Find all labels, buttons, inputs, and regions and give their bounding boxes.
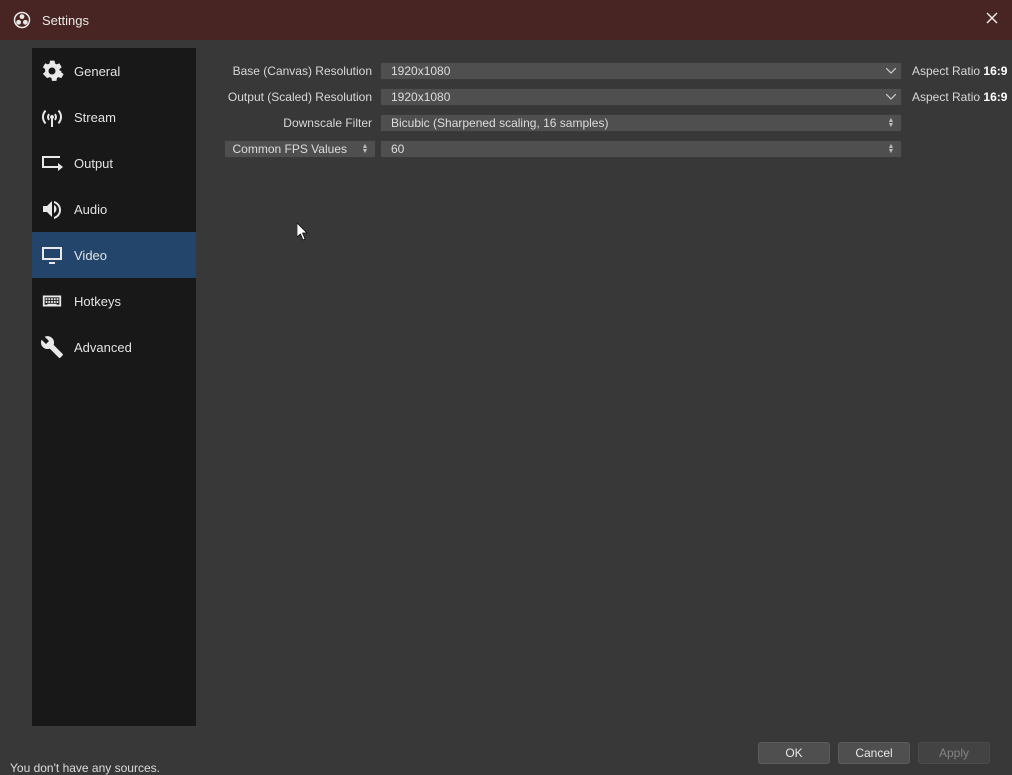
window-title: Settings (42, 13, 89, 28)
fps-mode-label: Common FPS Values (225, 142, 356, 156)
keyboard-icon (40, 290, 74, 312)
gear-icon (40, 59, 74, 83)
sidebar-item-stream[interactable]: Stream (32, 94, 196, 140)
sidebar-item-label: General (74, 64, 120, 79)
fps-value-select[interactable]: 60 ▲▼ (380, 140, 902, 158)
chevron-down-icon (881, 63, 901, 79)
sidebar: General Stream Output Audio Video (32, 48, 196, 726)
sidebar-item-label: Hotkeys (74, 294, 121, 309)
monitor-icon (40, 243, 74, 267)
base-resolution-value: 1920x1080 (381, 64, 881, 78)
base-aspect-ratio: Aspect Ratio 16:9 (902, 64, 994, 78)
close-icon (986, 11, 998, 29)
sidebar-item-label: Audio (74, 202, 107, 217)
downscale-filter-label: Downscale Filter (210, 116, 380, 130)
sidebar-item-general[interactable]: General (32, 48, 196, 94)
output-resolution-select[interactable]: 1920x1080 (380, 88, 902, 106)
output-resolution-value: 1920x1080 (381, 90, 881, 104)
fps-value: 60 (381, 142, 881, 156)
output-resolution-label: Output (Scaled) Resolution (210, 90, 380, 104)
status-text: You don't have any sources. (10, 761, 160, 775)
sidebar-item-label: Advanced (74, 340, 132, 355)
status-bar: You don't have any sources. (0, 761, 1012, 775)
base-resolution-label: Base (Canvas) Resolution (210, 64, 380, 78)
tools-icon (40, 335, 74, 359)
downscale-filter-select[interactable]: Bicubic (Sharpened scaling, 16 samples) … (380, 114, 902, 132)
close-button[interactable] (972, 0, 1012, 40)
speaker-icon (40, 197, 74, 221)
base-resolution-select[interactable]: 1920x1080 (380, 62, 902, 80)
output-aspect-ratio: Aspect Ratio 16:9 (902, 90, 994, 104)
output-icon (40, 151, 74, 175)
sidebar-item-label: Video (74, 248, 107, 263)
main-panel: Base (Canvas) Resolution 1920x1080 Aspec… (196, 40, 1012, 730)
sidebar-item-video[interactable]: Video (32, 232, 196, 278)
updown-icon: ▲▼ (881, 141, 901, 157)
sidebar-item-output[interactable]: Output (32, 140, 196, 186)
updown-icon: ▲▼ (881, 115, 901, 131)
updown-icon: ▲▼ (355, 141, 375, 157)
sidebar-item-label: Output (74, 156, 113, 171)
downscale-filter-value: Bicubic (Sharpened scaling, 16 samples) (381, 116, 881, 130)
app-icon (12, 10, 32, 30)
titlebar: Settings (0, 0, 1012, 40)
sidebar-item-audio[interactable]: Audio (32, 186, 196, 232)
antenna-icon (40, 105, 74, 129)
sidebar-item-hotkeys[interactable]: Hotkeys (32, 278, 196, 324)
content-area: General Stream Output Audio Video (0, 40, 1012, 730)
sidebar-item-advanced[interactable]: Advanced (32, 324, 196, 370)
fps-mode-select[interactable]: Common FPS Values ▲▼ (224, 140, 377, 158)
sidebar-item-label: Stream (74, 110, 116, 125)
chevron-down-icon (881, 89, 901, 105)
